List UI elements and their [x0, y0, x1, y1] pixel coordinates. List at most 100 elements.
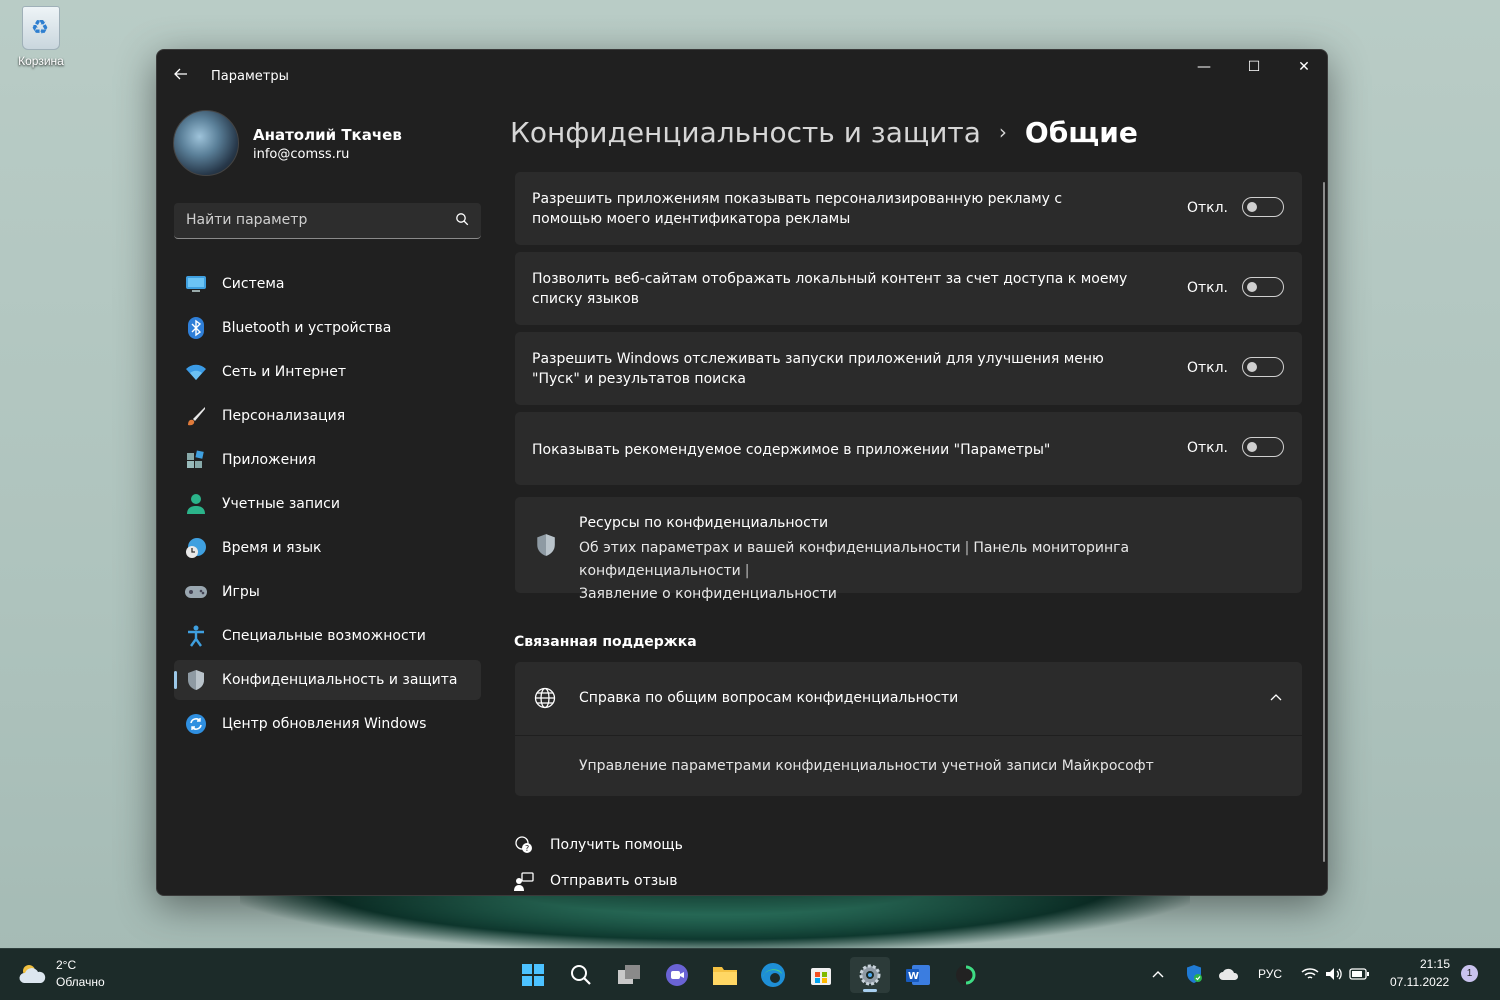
- maximize-button[interactable]: ☐: [1229, 50, 1279, 86]
- link-about-privacy[interactable]: Об этих параметрах и вашей конфиденциаль…: [579, 540, 961, 556]
- task-view-button[interactable]: [609, 957, 649, 993]
- defender-tray-icon[interactable]: [1183, 963, 1205, 985]
- setting-card-advertising-id: Разрешить приложениям показывать персона…: [515, 172, 1302, 245]
- weather-widget[interactable]: 2°C Облачно: [18, 957, 138, 993]
- section-title-related-support: Связанная поддержка: [514, 634, 697, 650]
- link-separator: |: [964, 540, 970, 556]
- teams-button[interactable]: [657, 957, 697, 993]
- search-icon[interactable]: [455, 212, 469, 226]
- tray-overflow-button[interactable]: [1148, 963, 1168, 985]
- bluetooth-icon: [184, 316, 208, 340]
- settings-window: Параметры — ☐ ✕ Анатолий Ткачев info@com…: [156, 49, 1328, 896]
- link-separator: |: [744, 563, 750, 579]
- user-profile[interactable]: Анатолий Ткачев info@comss.ru: [173, 110, 473, 180]
- shield-icon: [184, 668, 208, 692]
- store-icon: [811, 968, 831, 985]
- sidebar-item-gaming[interactable]: Игры: [174, 572, 481, 612]
- notification-badge[interactable]: 1: [1461, 965, 1478, 982]
- get-help-link[interactable]: ? Получить помощь: [514, 834, 683, 856]
- sidebar-item-label: Персонализация: [222, 408, 346, 424]
- teams-icon: [666, 964, 688, 986]
- globe-clock-icon: [184, 536, 208, 560]
- person-icon: [184, 492, 208, 516]
- search-icon: [571, 965, 591, 985]
- sidebar-item-accessibility[interactable]: Специальные возможности: [174, 616, 481, 656]
- close-button[interactable]: ✕: [1279, 50, 1327, 86]
- setting-label: Разрешить Windows отслеживать запуски пр…: [532, 351, 1104, 387]
- recycle-bin[interactable]: Корзина: [10, 6, 72, 68]
- chevron-up-icon[interactable]: [1270, 693, 1282, 701]
- clock-date[interactable]: 07.11.2022: [1390, 975, 1449, 989]
- title-bar: Параметры — ☐ ✕: [157, 50, 1327, 102]
- wifi-icon: [1301, 968, 1319, 979]
- sidebar-item-personalization[interactable]: Персонализация: [174, 396, 481, 436]
- start-icon: [522, 964, 544, 986]
- pinned-app-button[interactable]: [946, 957, 986, 993]
- update-icon: [184, 712, 208, 736]
- shield-icon: [537, 534, 555, 556]
- privacy-resources-links: Об этих параметрах и вашей конфиденциаль…: [579, 537, 1279, 606]
- toggle-state-label: Откл.: [1186, 200, 1228, 216]
- send-feedback-link[interactable]: Отправить отзыв: [514, 870, 677, 892]
- toggle-app-launch-tracking[interactable]: [1242, 357, 1284, 377]
- gamepad-icon: [184, 580, 208, 604]
- toggle-knob: [1247, 442, 1257, 452]
- toggle-language-list[interactable]: [1242, 277, 1284, 297]
- start-button[interactable]: [513, 957, 553, 993]
- accessibility-icon: [184, 624, 208, 648]
- sidebar-item-privacy[interactable]: Конфиденциальность и защита: [174, 660, 481, 700]
- user-email: info@comss.ru: [253, 147, 350, 162]
- scrollbar[interactable]: [1323, 182, 1325, 862]
- monitor-icon: [184, 272, 208, 296]
- sidebar-item-network[interactable]: Сеть и Интернет: [174, 352, 481, 392]
- globe-icon: [534, 687, 556, 709]
- language-indicator[interactable]: РУС: [1254, 963, 1286, 985]
- back-button[interactable]: [173, 66, 195, 88]
- edge-button[interactable]: [753, 957, 793, 993]
- help-expander: Справка по общим вопросам конфиденциальн…: [515, 662, 1302, 796]
- volume-icon: [1326, 968, 1342, 980]
- file-explorer-button[interactable]: [705, 957, 745, 993]
- taskbar-search-button[interactable]: [561, 957, 601, 993]
- app-title: Параметры: [211, 69, 289, 84]
- sidebar-item-label: Игры: [222, 584, 260, 600]
- toggle-state-label: Откл.: [1186, 280, 1228, 296]
- user-name: Анатолий Ткачев: [253, 126, 402, 144]
- clock-time[interactable]: 21:15: [1420, 957, 1450, 971]
- sidebar-item-label: Bluetooth и устройства: [222, 320, 392, 336]
- explorer-icon: [713, 967, 737, 985]
- toggle-state-label: Откл.: [1186, 440, 1228, 456]
- toggle-suggested-content[interactable]: [1242, 437, 1284, 457]
- help-expander-header[interactable]: Справка по общим вопросам конфиденциальн…: [515, 662, 1302, 735]
- minimize-button[interactable]: —: [1179, 50, 1229, 86]
- quick-settings-button[interactable]: [1300, 963, 1370, 985]
- sidebar-item-label: Учетные записи: [222, 496, 340, 512]
- settings-app-button[interactable]: [850, 957, 890, 993]
- sidebar-item-time-language[interactable]: Время и язык: [174, 528, 481, 568]
- sidebar-item-apps[interactable]: Приложения: [174, 440, 481, 480]
- setting-card-suggested-content: Показывать рекомендуемое содержимое в пр…: [515, 412, 1302, 485]
- word-icon: W: [906, 965, 930, 985]
- breadcrumb-parent[interactable]: Конфиденциальность и защита: [510, 116, 981, 149]
- sidebar-item-accounts[interactable]: Учетные записи: [174, 484, 481, 524]
- toggle-advertising-id[interactable]: [1242, 197, 1284, 217]
- app-icon: [956, 965, 976, 985]
- recycle-bin-label: Корзина: [18, 54, 64, 68]
- help-title: Справка по общим вопросам конфиденциальн…: [579, 690, 959, 706]
- store-button[interactable]: [801, 957, 841, 993]
- cloud-icon: [1219, 968, 1239, 980]
- word-button[interactable]: W: [898, 957, 938, 993]
- sidebar-item-windows-update[interactable]: Центр обновления Windows: [174, 704, 481, 744]
- chevron-right-icon: ›: [998, 120, 1007, 144]
- sidebar-item-bluetooth[interactable]: Bluetooth и устройства: [174, 308, 481, 348]
- link-microsoft-account-privacy[interactable]: Управление параметрами конфиденциальност…: [579, 758, 1154, 774]
- sidebar-item-label: Сеть и Интернет: [222, 364, 346, 380]
- toggle-knob: [1247, 282, 1257, 292]
- settings-icon: [859, 964, 881, 986]
- breadcrumb: Конфиденциальность и защита › Общие: [510, 112, 1138, 152]
- search-input[interactable]: [174, 203, 444, 237]
- onedrive-tray-icon[interactable]: [1217, 963, 1241, 985]
- link-privacy-statement[interactable]: Заявление о конфиденциальности: [579, 586, 837, 602]
- battery-icon: [1349, 968, 1369, 980]
- sidebar-item-system[interactable]: Система: [174, 264, 481, 304]
